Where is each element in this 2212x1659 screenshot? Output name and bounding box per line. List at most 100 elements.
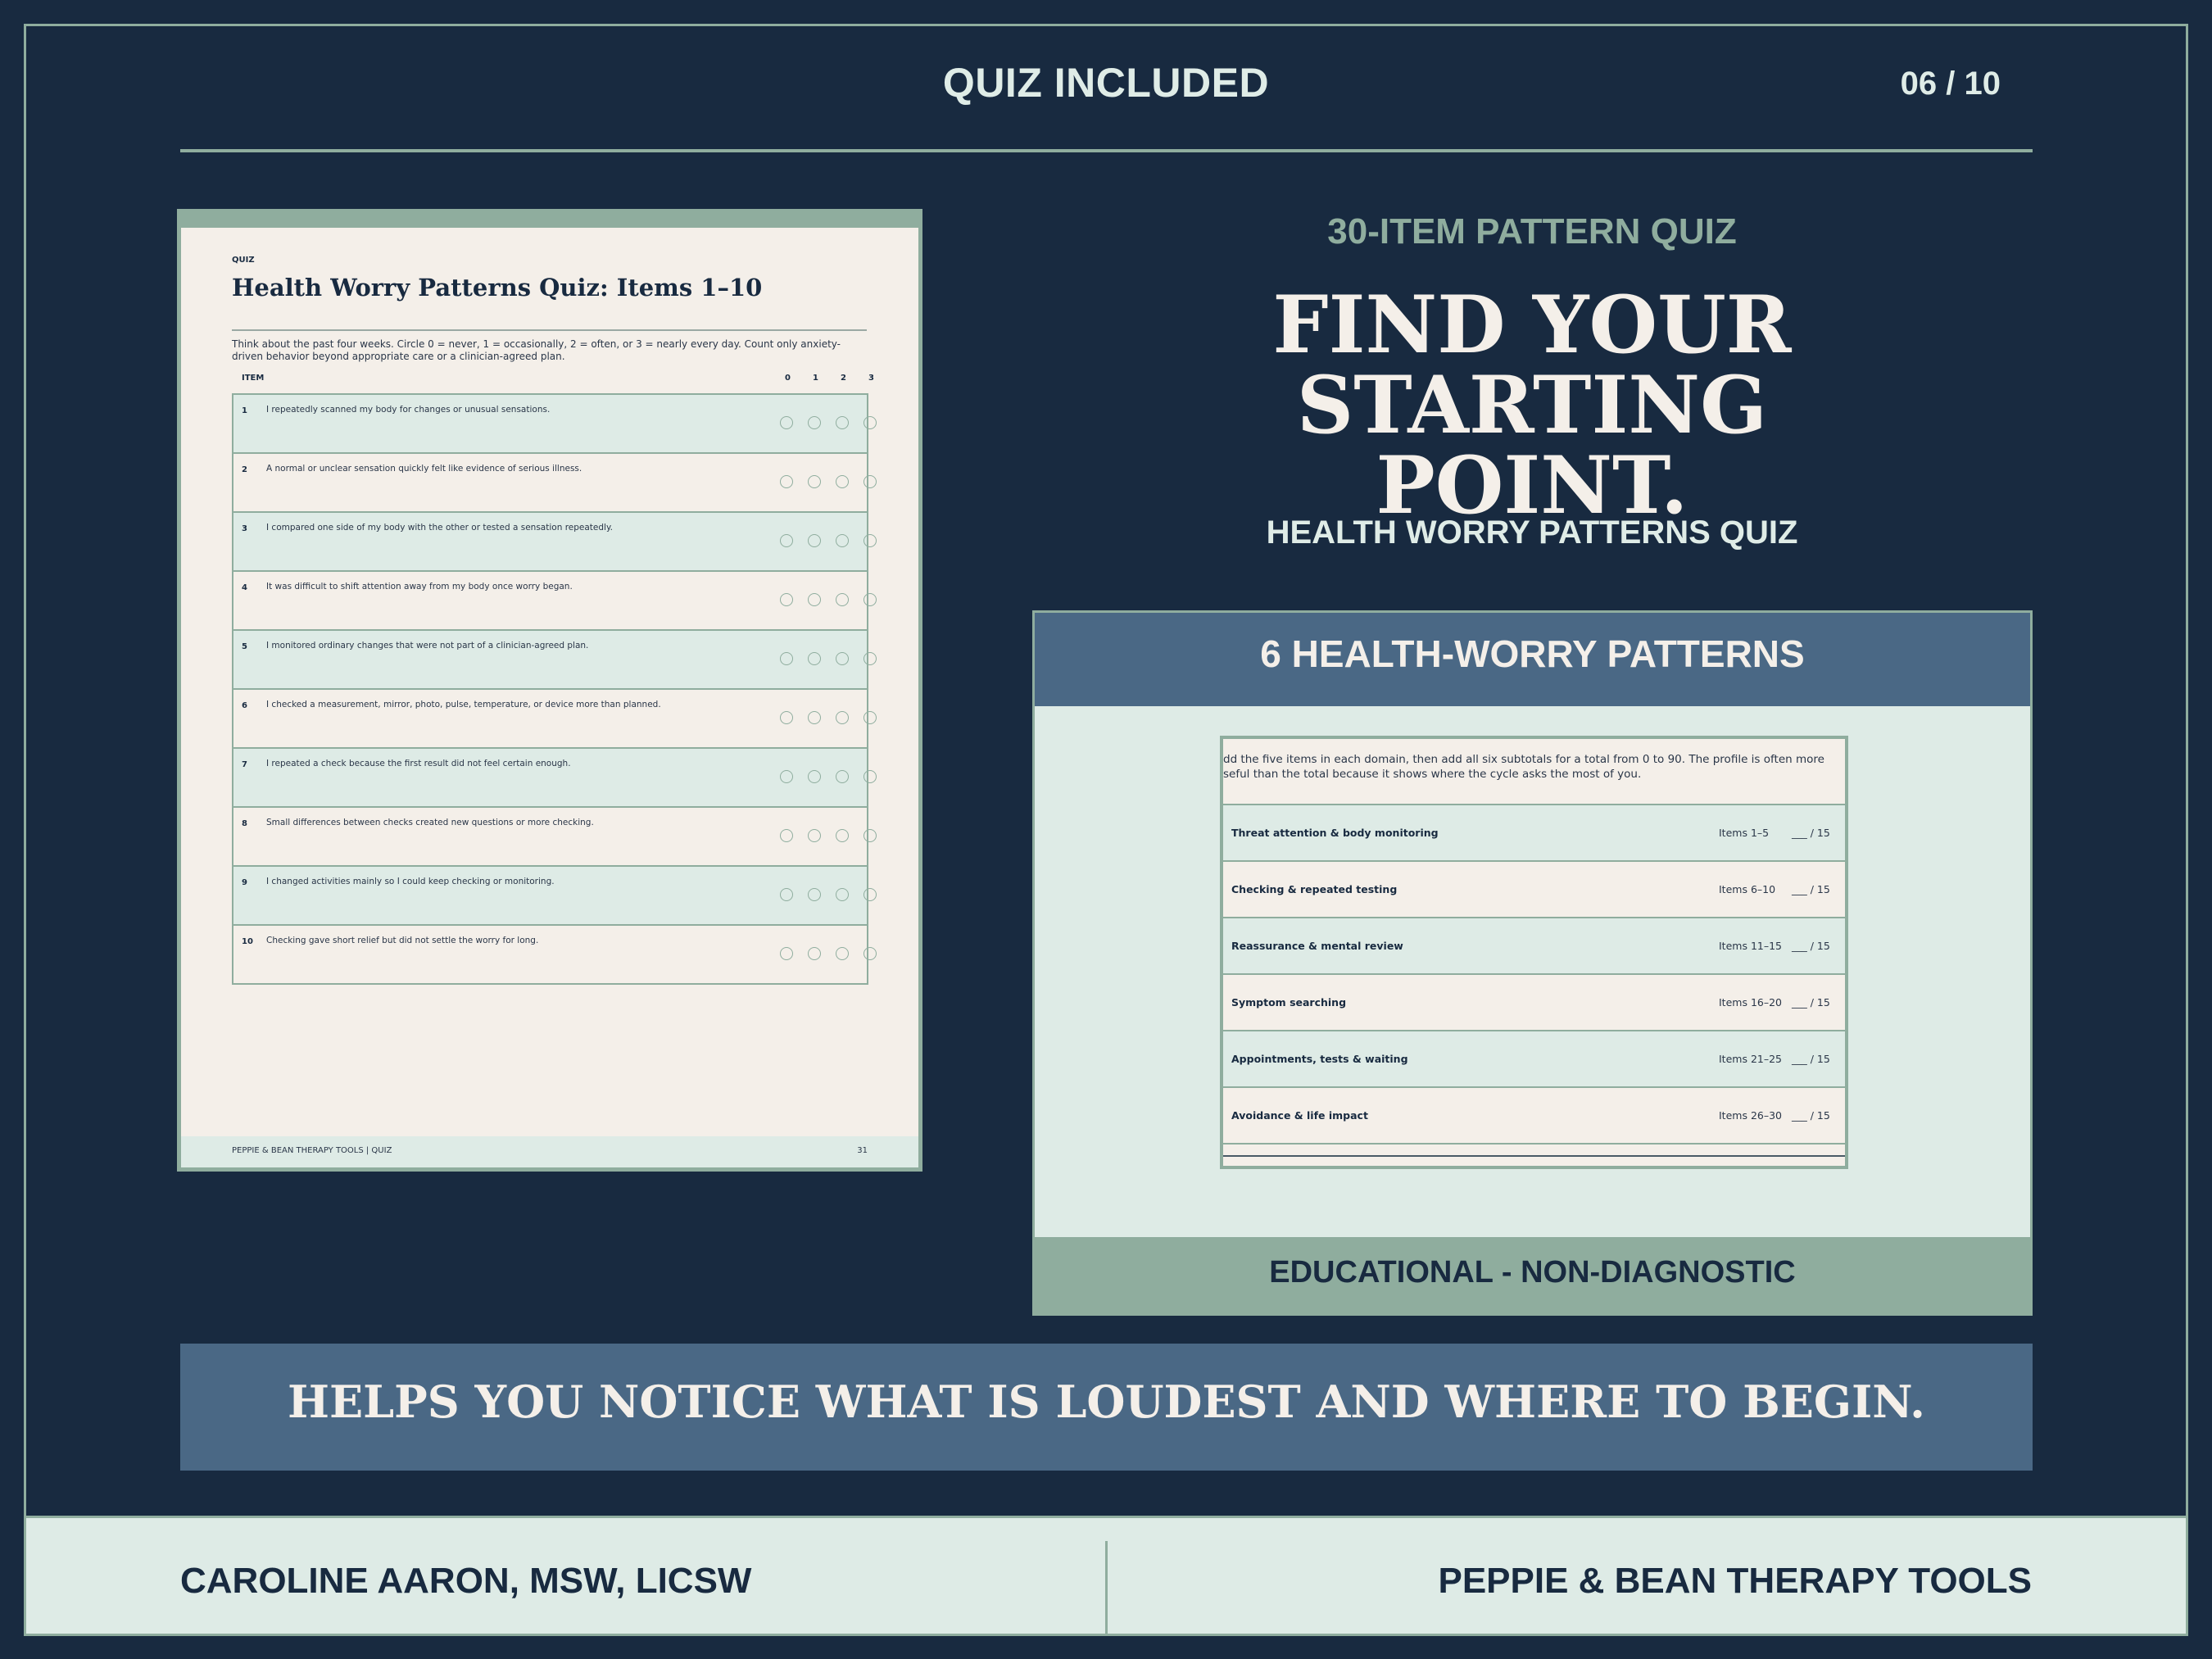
item-number: 7 bbox=[242, 760, 247, 769]
response-circle-3 bbox=[863, 770, 877, 783]
scoring-instructions-line-2: seful than the total because it shows wh… bbox=[1223, 768, 1642, 781]
response-circle-0 bbox=[780, 711, 793, 724]
eyebrow-label: 30-ITEM PATTERN QUIZ bbox=[1327, 211, 1737, 252]
author-credit: CAROLINE AARON, MSW, LICSW bbox=[180, 1561, 752, 1601]
table-row: 4 It was difficult to shift attention awa… bbox=[233, 572, 877, 631]
response-circle-2 bbox=[836, 416, 849, 429]
domain-score-blank: ___ / 15 bbox=[1792, 940, 1830, 952]
domain-name: Appointments, tests & waiting bbox=[1231, 1053, 1408, 1065]
response-circle-3 bbox=[863, 475, 877, 488]
table-row: Checking & repeated testing Items 6–10 ___… bbox=[1223, 862, 1845, 918]
response-circle-2 bbox=[836, 534, 849, 547]
item-number: 6 bbox=[242, 701, 247, 710]
domain-score-blank: ___ / 15 bbox=[1792, 996, 1830, 1009]
table-row: 8 Small differences between checks create… bbox=[233, 808, 877, 867]
quiz-page-preview: QUIZ Health Worry Patterns Quiz: Items 1… bbox=[177, 209, 922, 1172]
response-circle-1 bbox=[808, 534, 821, 547]
table-row: 5 I monitored ordinary changes that were … bbox=[233, 631, 877, 690]
response-circle-2 bbox=[836, 888, 849, 901]
brand-name: PEPPIE & BEAN THERAPY TOOLS bbox=[1438, 1561, 2032, 1601]
footer-divider bbox=[1105, 1541, 1108, 1636]
domain-item-range: Items 1–5 bbox=[1719, 827, 1770, 839]
response-circle-1 bbox=[808, 475, 821, 488]
item-number: 3 bbox=[242, 524, 247, 533]
table-row: Appointments, tests & waiting Items 21–25… bbox=[1223, 1031, 1845, 1088]
domain-item-range: Items 6–10 bbox=[1719, 883, 1776, 895]
table-row: 2 A normal or unclear sensation quickly f… bbox=[233, 454, 877, 513]
response-circle-1 bbox=[808, 416, 821, 429]
table-row: Avoidance & life impact Items 26–30 ___ / … bbox=[1223, 1088, 1845, 1145]
scoring-sheet: dd the five items in each domain, then a… bbox=[1220, 736, 1848, 1169]
response-circle-2 bbox=[836, 652, 849, 665]
table-row: Reassurance & mental review Items 11–15 __… bbox=[1223, 918, 1845, 975]
subheading: HEALTH WORRY PATTERNS QUIZ bbox=[1266, 514, 1798, 551]
column-header-2: 2 bbox=[841, 374, 846, 383]
domain-score-blank: ___ / 15 bbox=[1792, 1109, 1830, 1122]
preview-page-number: 31 bbox=[857, 1146, 868, 1155]
item-number: 9 bbox=[242, 878, 247, 887]
domain-item-range: Items 11–15 bbox=[1719, 940, 1783, 952]
domain-score-blank: ___ / 15 bbox=[1792, 1053, 1830, 1065]
response-circle-0 bbox=[780, 593, 793, 606]
preview-top-bar bbox=[181, 213, 918, 228]
item-text: Checking gave short relief but did not s… bbox=[266, 936, 539, 945]
scoring-instructions: dd the five items in each domain, then a… bbox=[1223, 752, 1842, 782]
response-circle-1 bbox=[808, 593, 821, 606]
item-text: I monitored ordinary changes that were n… bbox=[266, 641, 589, 650]
panel-footer-label: EDUCATIONAL - NON-DIAGNOSTIC bbox=[1035, 1237, 2030, 1313]
table-row: 9 I changed activities mainly so I could … bbox=[233, 867, 877, 926]
page-footer: CAROLINE AARON, MSW, LICSW PEPPIE & BEAN… bbox=[26, 1516, 2186, 1636]
response-circle-1 bbox=[808, 711, 821, 724]
response-circle-3 bbox=[863, 947, 877, 960]
table-row: 6 I checked a measurement, mirror, photo,… bbox=[233, 690, 877, 749]
response-circle-3 bbox=[863, 652, 877, 665]
response-circle-2 bbox=[836, 593, 849, 606]
domain-item-range: Items 21–25 bbox=[1719, 1053, 1783, 1065]
response-circle-0 bbox=[780, 416, 793, 429]
response-circle-3 bbox=[863, 888, 877, 901]
domain-name: Symptom searching bbox=[1231, 996, 1347, 1009]
item-number: 1 bbox=[242, 406, 247, 415]
tagline-banner: HELPS YOU NOTICE WHAT IS LOUDEST AND WHE… bbox=[180, 1344, 2033, 1471]
domain-item-range: Items 26–30 bbox=[1719, 1109, 1783, 1122]
response-circle-2 bbox=[836, 475, 849, 488]
domain-score-blank: ___ / 15 bbox=[1792, 827, 1830, 839]
response-circle-1 bbox=[808, 888, 821, 901]
preview-title: Health Worry Patterns Quiz: Items 1–10 bbox=[232, 274, 763, 301]
response-circle-2 bbox=[836, 711, 849, 724]
preview-footer-label: PEPPIE & BEAN THERAPY TOOLS | QUIZ bbox=[232, 1146, 392, 1155]
preview-rule bbox=[232, 329, 867, 331]
page-title: QUIZ INCLUDED bbox=[942, 60, 1270, 106]
panel-title: 6 HEALTH-WORRY PATTERNS bbox=[1035, 613, 2030, 706]
response-circle-2 bbox=[836, 829, 849, 842]
item-number: 4 bbox=[242, 583, 247, 592]
response-circle-3 bbox=[863, 593, 877, 606]
headline: FIND YOUR STARTING POINT. bbox=[1032, 285, 2032, 526]
item-text: I changed activities mainly so I could k… bbox=[266, 877, 555, 886]
response-circle-0 bbox=[780, 947, 793, 960]
domain-score-blank: ___ / 15 bbox=[1792, 883, 1830, 895]
response-circle-2 bbox=[836, 770, 849, 783]
response-circle-3 bbox=[863, 534, 877, 547]
quiz-items-table: 1 I repeatedly scanned my body for change… bbox=[232, 393, 877, 985]
item-text: Small differences between checks created… bbox=[266, 818, 594, 827]
page-counter: 06 / 10 bbox=[1900, 66, 2001, 102]
table-row: 3 I compared one side of my body with the… bbox=[233, 513, 877, 572]
response-circle-3 bbox=[863, 711, 877, 724]
column-header-item: ITEM bbox=[242, 374, 265, 383]
table-row: 10 Checking gave short relief but did not… bbox=[233, 926, 877, 985]
response-circle-2 bbox=[836, 947, 849, 960]
response-circle-0 bbox=[780, 534, 793, 547]
preview-kicker: QUIZ bbox=[232, 256, 255, 265]
table-row: 1 I repeatedly scanned my body for change… bbox=[233, 395, 877, 454]
preview-footer: PEPPIE & BEAN THERAPY TOOLS | QUIZ 31 bbox=[181, 1136, 918, 1167]
header-divider bbox=[180, 149, 2033, 152]
item-text: A normal or unclear sensation quickly fe… bbox=[266, 464, 582, 474]
response-circle-0 bbox=[780, 652, 793, 665]
item-text: I repeatedly scanned my body for changes… bbox=[266, 405, 551, 415]
item-number: 10 bbox=[242, 937, 253, 946]
table-row: 7 I repeated a check because the first re… bbox=[233, 749, 877, 808]
domain-name: Checking & repeated testing bbox=[1231, 883, 1398, 895]
response-circle-1 bbox=[808, 829, 821, 842]
domain-name: Threat attention & body monitoring bbox=[1231, 827, 1439, 839]
